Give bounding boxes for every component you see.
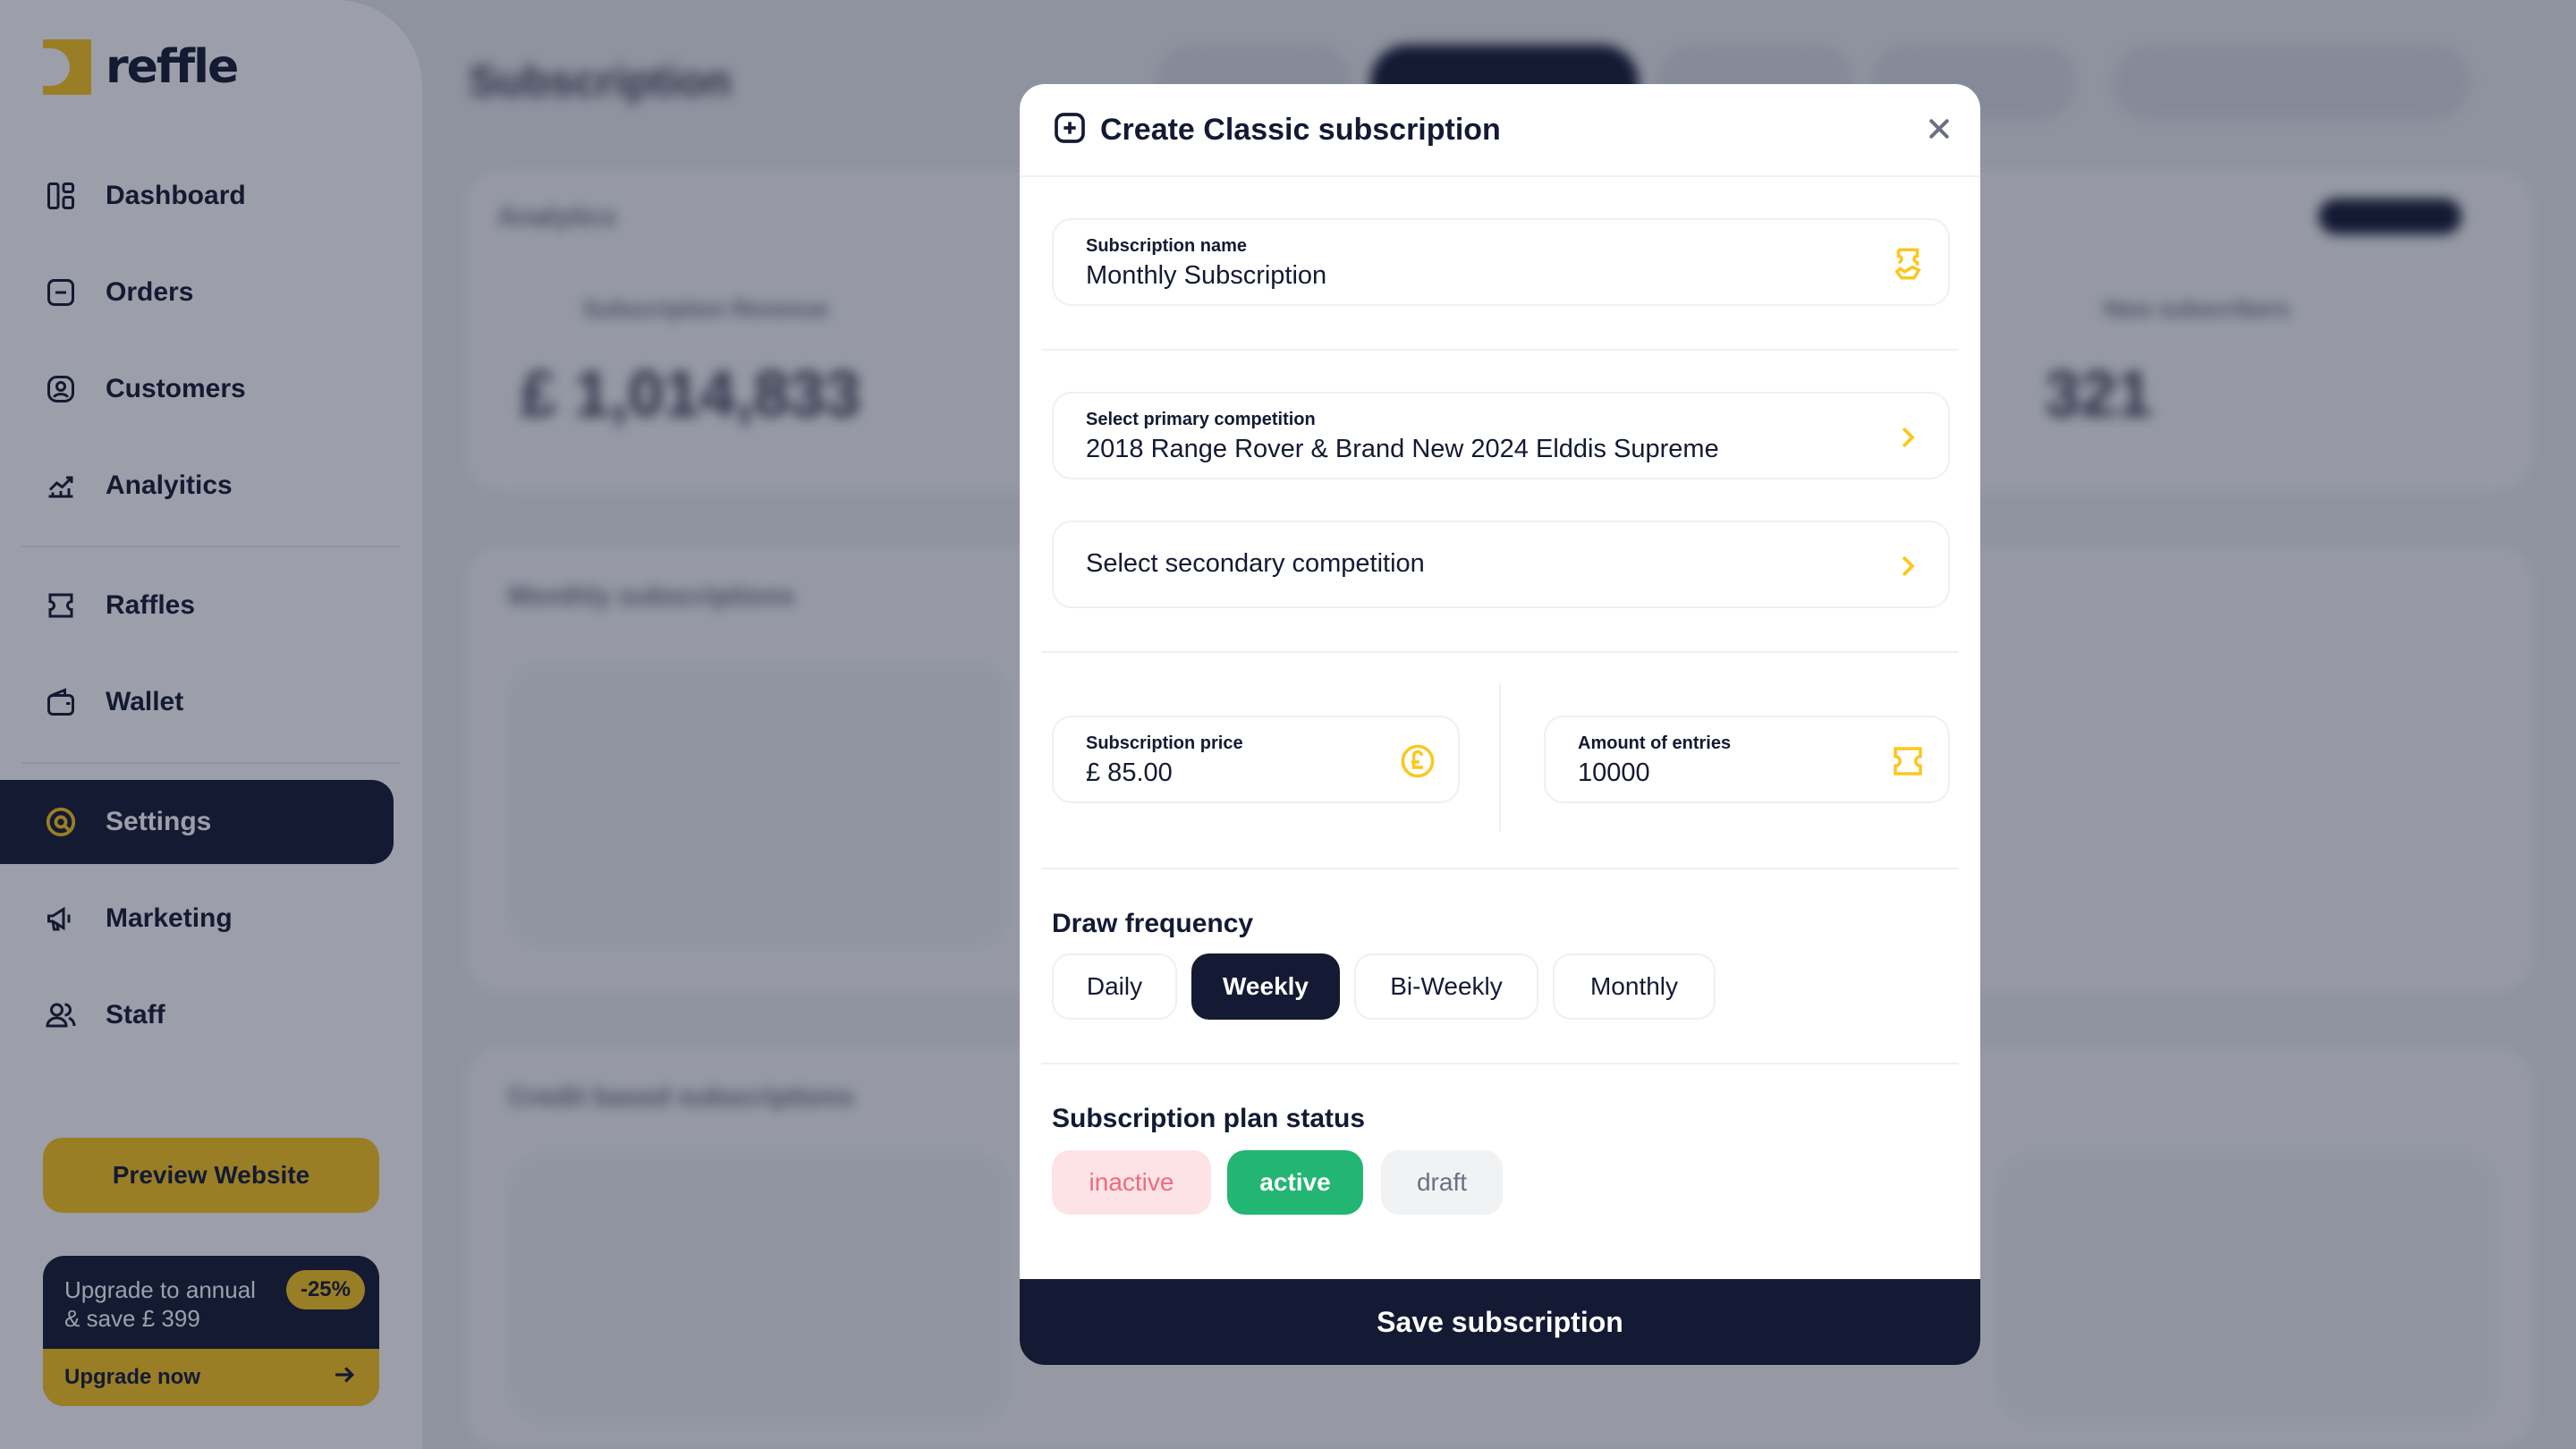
pound-coin-icon <box>1397 741 1438 782</box>
primary-competition-label: Select primary competition <box>1086 410 1316 429</box>
field-divider <box>1499 683 1501 832</box>
draw-frequency-title: Draw frequency <box>1052 909 1254 938</box>
status-title: Subscription plan status <box>1052 1104 1366 1133</box>
ticket-icon <box>1887 741 1928 782</box>
plus-square-icon <box>1052 110 1088 150</box>
close-button[interactable] <box>1921 113 1957 148</box>
section-divider <box>1041 868 1959 869</box>
subscription-name-field[interactable]: Subscription name Monthly Subscription <box>1052 218 1950 306</box>
secondary-competition-placeholder: Select secondary competition <box>1086 549 1425 578</box>
save-subscription-button[interactable]: Save subscription <box>1020 1279 1980 1365</box>
modal-title: Create Classic subscription <box>1100 112 1501 147</box>
amount-of-entries-field[interactable]: Amount of entries 10000 <box>1544 716 1950 803</box>
status-option-inactive[interactable]: inactive <box>1052 1150 1211 1215</box>
subscription-price-value: £ 85.00 <box>1086 758 1173 787</box>
frequency-option-daily[interactable]: Daily <box>1052 953 1177 1020</box>
primary-competition-value: 2018 Range Rover & Brand New 2024 Elddis… <box>1086 435 1719 463</box>
amount-of-entries-value: 10000 <box>1578 758 1650 787</box>
status-option-draft[interactable]: draft <box>1381 1150 1503 1215</box>
subscription-price-field[interactable]: Subscription price £ 85.00 <box>1052 716 1460 803</box>
create-subscription-modal: Create Classic subscription Subscription… <box>1020 84 1980 1365</box>
frequency-option-monthly[interactable]: Monthly <box>1553 953 1716 1020</box>
hand-ticket-icon <box>1887 243 1928 284</box>
subscription-price-label: Subscription price <box>1086 733 1243 753</box>
modal-header: Create Classic subscription <box>1020 84 1980 177</box>
close-icon <box>1926 115 1953 147</box>
subscription-name-value: Monthly Subscription <box>1086 261 1327 290</box>
amount-of-entries-label: Amount of entries <box>1578 733 1732 753</box>
section-divider <box>1041 651 1959 653</box>
secondary-competition-select[interactable]: Select secondary competition <box>1052 521 1950 608</box>
chevron-right-icon <box>1887 546 1928 587</box>
section-divider <box>1041 1063 1959 1064</box>
frequency-option-bi-weekly[interactable]: Bi-Weekly <box>1354 953 1538 1020</box>
chevron-right-icon <box>1887 417 1928 458</box>
frequency-option-weekly[interactable]: Weekly <box>1191 953 1340 1020</box>
section-divider <box>1041 349 1959 351</box>
primary-competition-select[interactable]: Select primary competition 2018 Range Ro… <box>1052 392 1950 479</box>
subscription-name-label: Subscription name <box>1086 236 1248 256</box>
status-option-active[interactable]: active <box>1227 1150 1363 1215</box>
